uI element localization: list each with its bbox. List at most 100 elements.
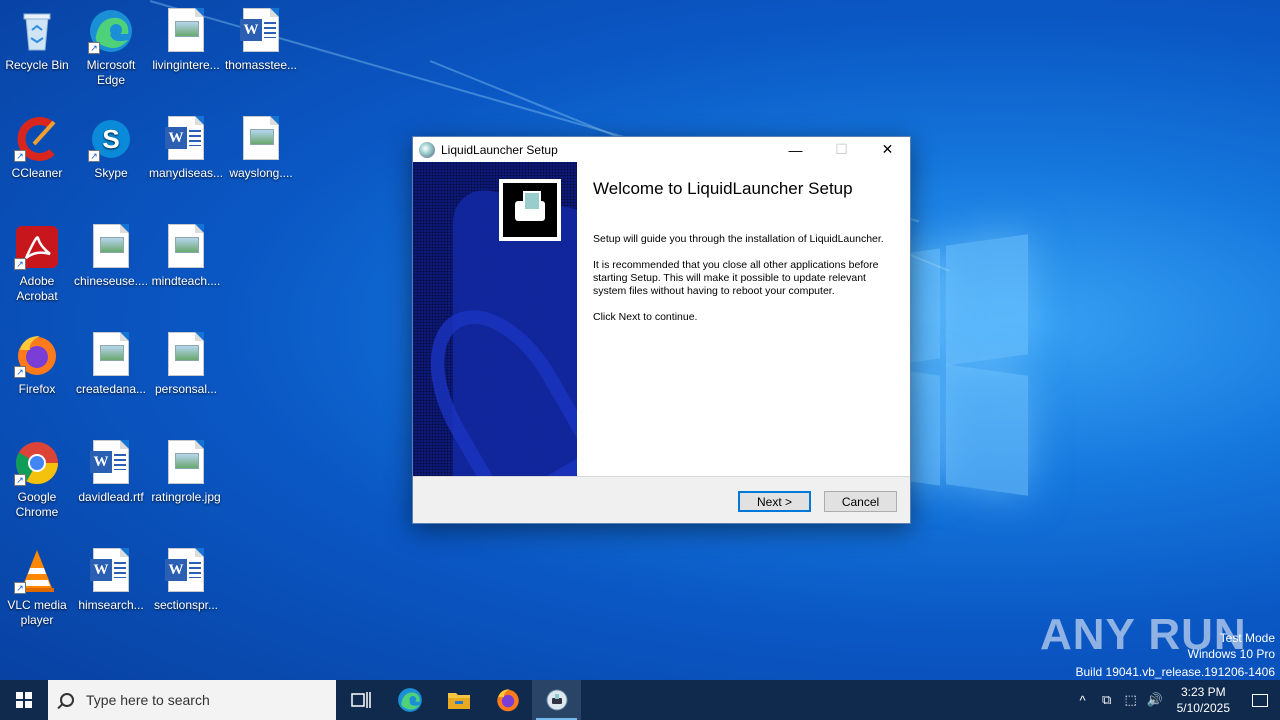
acrobat-icon: ↗: [14, 224, 60, 270]
clock-time: 3:23 PM: [1180, 685, 1226, 699]
word-file-icon: W: [88, 440, 134, 486]
taskbar-liquidlauncher-setup[interactable]: [532, 680, 581, 720]
cancel-button[interactable]: Cancel: [824, 491, 897, 512]
word-file-icon: W: [163, 548, 209, 594]
desktop-icon-label: Google Chrome: [15, 490, 59, 519]
shortcut-arrow-icon: ↗: [14, 150, 26, 162]
image-file-icon: [88, 332, 134, 378]
desktop-icon-adobe-acrobat[interactable]: ↗ Adobe Acrobat: [0, 224, 74, 304]
image-file-icon: [163, 440, 209, 486]
ccleaner-icon: ↗: [14, 116, 60, 162]
skype-icon: S ↗: [88, 116, 134, 162]
desktop-icon-skype[interactable]: S ↗ Skype: [74, 116, 148, 181]
taskbar: Type here to search ^ ⧉ ⬚ 🔊 3:23 PM 5/10…: [0, 680, 1280, 720]
word-file-icon: W: [238, 8, 284, 54]
volume-icon[interactable]: 🔊: [1143, 692, 1167, 708]
clock-date: 5/10/2025: [1176, 701, 1230, 715]
image-file-icon: [163, 8, 209, 54]
close-button[interactable]: ✕: [865, 137, 910, 162]
desktop-icon-label: VLC media player: [7, 598, 67, 627]
setup-dialog: LiquidLauncher Setup — ☐ ✕ Welcome to Li…: [412, 136, 911, 524]
dialog-titlebar[interactable]: LiquidLauncher Setup — ☐ ✕: [413, 137, 910, 162]
desktop-icon-edge[interactable]: ↗ Microsoft Edge: [74, 8, 148, 88]
firefox-icon: ↗: [14, 332, 60, 378]
desktop-icon-chineseuse[interactable]: chineseuse....: [74, 224, 148, 289]
desktop-icon-label: davidlead.rtf: [78, 490, 144, 504]
desktop-icon-firefox[interactable]: ↗ Firefox: [0, 332, 74, 397]
taskbar-file-explorer[interactable]: [434, 680, 483, 720]
task-view-button[interactable]: [336, 680, 385, 720]
desktop-icon-label: chineseuse....: [74, 274, 149, 288]
liquidlauncher-setup-icon: [546, 689, 567, 711]
desktop-icon-livingintere[interactable]: livingintere...: [149, 8, 223, 73]
taskbar-firefox[interactable]: [483, 680, 532, 720]
dialog-body: Welcome to LiquidLauncher Setup Setup wi…: [413, 162, 910, 476]
welcome-content: Welcome to LiquidLauncher Setup Setup wi…: [593, 179, 893, 337]
taskbar-edge[interactable]: [385, 680, 434, 720]
search-placeholder: Type here to search: [86, 692, 210, 708]
word-file-icon: W: [88, 548, 134, 594]
desktop-icon-personsal[interactable]: personsal...: [149, 332, 223, 397]
installer-banner-image: [413, 162, 577, 476]
desktop-icon-label: thomasstee...: [224, 58, 298, 72]
clock[interactable]: 3:23 PM 5/10/2025: [1167, 684, 1240, 716]
edge-icon: ↗: [88, 8, 134, 54]
next-button[interactable]: Next >: [738, 491, 811, 512]
desktop-icon-ccleaner[interactable]: ↗ CCleaner: [0, 116, 74, 181]
desktop-icon-label: ratingrole.jpg: [151, 490, 221, 504]
start-button[interactable]: [0, 680, 48, 720]
network-icon[interactable]: ⬚: [1119, 692, 1143, 708]
desktop-icon-label: Adobe Acrobat: [16, 274, 58, 303]
shortcut-arrow-icon: ↗: [14, 474, 26, 486]
desktop-icon-label: livingintere...: [152, 58, 220, 72]
desktop-icon-thomasstee[interactable]: W thomasstee...: [224, 8, 298, 73]
welcome-text-guide: Setup will guide you through the install…: [593, 233, 884, 245]
desktop-icon-vlc[interactable]: ↗ VLC media player: [0, 548, 74, 628]
desktop-icon-sectionspr[interactable]: W sectionspr...: [149, 548, 223, 613]
svg-text:S: S: [102, 124, 119, 154]
welcome-text-continue: Click Next to continue.: [593, 311, 698, 323]
word-file-icon: W: [163, 116, 209, 162]
shortcut-arrow-icon: ↗: [88, 42, 100, 54]
welcome-heading: Welcome to LiquidLauncher Setup: [593, 179, 853, 198]
desktop-icon-label: personsal...: [154, 382, 218, 396]
welcome-text-recommend: It is recommended that you close all oth…: [593, 259, 879, 297]
firefox-icon: [496, 689, 519, 712]
taskbar-search[interactable]: Type here to search: [48, 680, 336, 720]
desktop-icon-label: sectionspr...: [153, 598, 219, 612]
test-mode-label: Test Mode: [1219, 631, 1275, 645]
desktop-icon-label: CCleaner: [11, 166, 63, 180]
desktop-icon-createdana[interactable]: createdana...: [74, 332, 148, 397]
shortcut-arrow-icon: ↗: [14, 366, 26, 378]
desktop-icon-label: manydiseas...: [149, 166, 224, 180]
desktop-icon-mindteach[interactable]: mindteach....: [149, 224, 223, 289]
desktop-icon-label: mindteach....: [151, 274, 221, 288]
desktop-icon-label: Recycle Bin: [5, 58, 69, 72]
desktop-icon-wayslong[interactable]: wayslong....: [224, 116, 298, 181]
recycle-bin-icon: [14, 8, 60, 54]
chevron-up-icon[interactable]: ^: [1071, 693, 1095, 708]
dialog-title: LiquidLauncher Setup: [441, 142, 558, 157]
desktop-icon-ratingrole[interactable]: ratingrole.jpg: [149, 440, 223, 505]
minimize-button[interactable]: —: [773, 137, 818, 162]
desktop-icon-himsearch[interactable]: W himsearch...: [74, 548, 148, 613]
task-view-icon: [350, 692, 371, 708]
shortcut-arrow-icon: ↗: [88, 150, 100, 162]
desktop-icon-manydiseas[interactable]: W manydiseas...: [149, 116, 223, 181]
vlc-icon: ↗: [14, 548, 60, 594]
search-icon: [60, 693, 74, 707]
setup-app-icon: [419, 141, 435, 158]
edge-icon: [397, 688, 422, 712]
notification-center-button[interactable]: [1240, 680, 1280, 720]
desktop-icon-label: Skype: [94, 166, 128, 180]
desktop-icon-google-chrome[interactable]: ↗ Google Chrome: [0, 440, 74, 520]
shortcut-arrow-icon: ↗: [14, 258, 26, 270]
image-file-icon: [238, 116, 284, 162]
dialog-footer: Next > Cancel: [413, 476, 910, 523]
windows-logo-icon: [16, 692, 32, 708]
desktop-icon-recycle-bin[interactable]: Recycle Bin: [0, 8, 74, 73]
desktop-icon-davidlead[interactable]: W davidlead.rtf: [74, 440, 148, 505]
build-label: Build 19041.vb_release.191206-1406: [1075, 665, 1276, 679]
meet-now-icon[interactable]: ⧉: [1095, 692, 1119, 708]
system-tray: ^ ⧉ ⬚ 🔊 3:23 PM 5/10/2025: [1071, 680, 1280, 720]
